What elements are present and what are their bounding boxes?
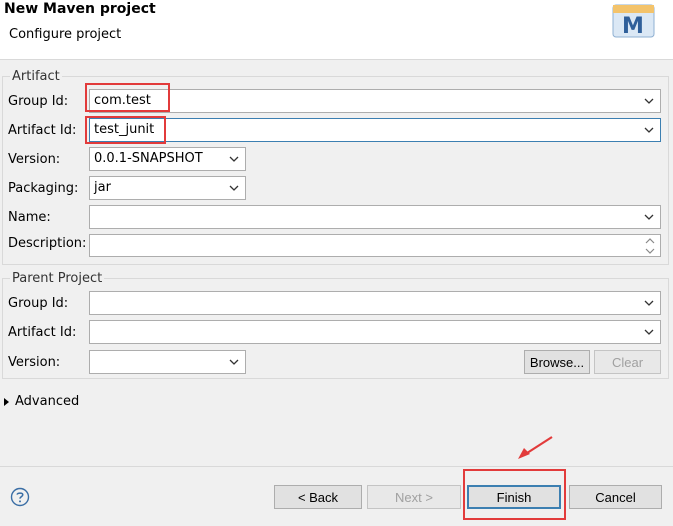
help-icon[interactable] xyxy=(10,487,30,507)
wizard-header: New Maven project Configure project M xyxy=(0,0,673,60)
group-id-label: Group Id: xyxy=(8,94,69,109)
description-label: Description: xyxy=(8,236,87,251)
parent-group-id-combo[interactable] xyxy=(89,291,661,315)
parent-version-combo[interactable] xyxy=(89,350,246,374)
chevron-down-icon[interactable] xyxy=(643,95,655,107)
highlight-group-id xyxy=(85,83,170,112)
parent-group-title: Parent Project xyxy=(10,271,105,286)
chevron-down-icon[interactable] xyxy=(643,124,655,136)
chevron-down-icon[interactable] xyxy=(228,153,240,165)
packaging-combo[interactable]: jar xyxy=(89,176,246,200)
chevron-down-icon[interactable] xyxy=(643,297,655,309)
artifact-id-label: Artifact Id: xyxy=(8,123,77,138)
highlight-finish xyxy=(463,469,566,520)
maven-logo-icon: M xyxy=(612,4,655,39)
cancel-button[interactable]: Cancel xyxy=(569,485,662,509)
clear-button[interactable]: Clear xyxy=(594,350,661,374)
name-label: Name: xyxy=(8,210,51,225)
wizard-subtitle: Configure project xyxy=(9,27,122,42)
highlight-artifact-id xyxy=(85,116,166,144)
group-id-combo[interactable]: com.test xyxy=(89,89,661,113)
parent-artifact-id-label: Artifact Id: xyxy=(8,325,77,340)
artifact-id-combo[interactable]: test_junit xyxy=(89,118,661,142)
chevron-down-icon[interactable] xyxy=(228,182,240,194)
packaging-label: Packaging: xyxy=(8,181,79,196)
chevron-down-icon[interactable] xyxy=(643,326,655,338)
scroll-arrows-icon[interactable] xyxy=(643,236,657,256)
advanced-label: Advanced xyxy=(15,394,80,409)
packaging-value: jar xyxy=(94,180,111,195)
next-button[interactable]: Next > xyxy=(367,485,461,509)
parent-version-label: Version: xyxy=(8,355,61,370)
chevron-down-icon[interactable] xyxy=(643,211,655,223)
name-combo[interactable] xyxy=(89,205,661,229)
version-combo[interactable]: 0.0.1-SNAPSHOT xyxy=(89,147,246,171)
advanced-toggle[interactable]: Advanced xyxy=(4,394,79,409)
artifact-group-title: Artifact xyxy=(10,69,62,84)
browse-button[interactable]: Browse... xyxy=(524,350,590,374)
pointer-arrow-icon xyxy=(518,436,553,459)
expand-triangle-icon xyxy=(4,397,9,406)
parent-artifact-id-combo[interactable] xyxy=(89,320,661,344)
wizard-title: New Maven project xyxy=(4,1,156,17)
description-textarea[interactable] xyxy=(89,234,661,257)
footer-separator xyxy=(0,466,673,467)
maven-logo-letter: M xyxy=(622,14,644,39)
version-value: 0.0.1-SNAPSHOT xyxy=(94,151,203,166)
version-label: Version: xyxy=(8,152,61,167)
parent-group-id-label: Group Id: xyxy=(8,296,69,311)
back-button[interactable]: < Back xyxy=(274,485,362,509)
chevron-down-icon[interactable] xyxy=(228,356,240,368)
